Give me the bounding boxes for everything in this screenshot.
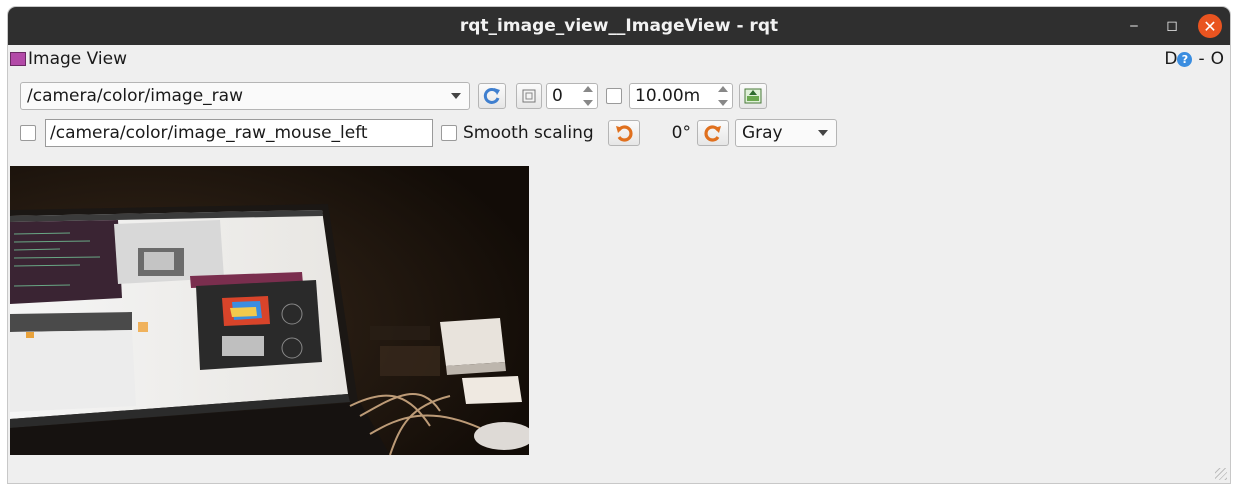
smooth-scaling-label: Smooth scaling bbox=[463, 123, 594, 143]
window-title: rqt_image_view__ImageView - rqt bbox=[459, 16, 779, 36]
close-plugin-button[interactable]: O bbox=[1211, 49, 1224, 69]
spin-up-icon[interactable] bbox=[718, 86, 728, 92]
plugin-title: Image View bbox=[28, 49, 127, 69]
rotate-left-button[interactable] bbox=[607, 120, 640, 146]
max-range-spinbox-arrows[interactable] bbox=[716, 86, 730, 106]
topic-select-value: /camera/color/image_raw bbox=[27, 86, 243, 106]
spin-down-icon[interactable] bbox=[583, 100, 593, 106]
max-range-spinbox[interactable]: 10.00m bbox=[629, 83, 733, 109]
save-image-icon bbox=[744, 88, 762, 104]
camera-frame-picture bbox=[10, 166, 529, 455]
minimize-plugin-button[interactable]: - bbox=[1198, 49, 1204, 69]
toolbar-row-1: /camera/color/image_raw 0 10.00m bbox=[20, 82, 767, 110]
rotation-label: 0° bbox=[671, 123, 691, 143]
zoom-spinbox[interactable]: 0 bbox=[546, 83, 598, 109]
chevron-down-icon bbox=[817, 130, 828, 136]
dock-button[interactable]: D bbox=[1164, 49, 1177, 69]
help-icon[interactable]: ? bbox=[1177, 51, 1193, 67]
refresh-topics-button[interactable] bbox=[478, 83, 506, 109]
mouse-topic-input[interactable]: /camera/color/image_raw_mouse_left bbox=[45, 119, 433, 147]
topic-select[interactable]: /camera/color/image_raw bbox=[20, 82, 470, 110]
maximize-button[interactable]: ◻ bbox=[1160, 14, 1184, 38]
toolbar-row-2: /camera/color/image_raw_mouse_left Smoot… bbox=[20, 119, 837, 147]
chevron-down-icon bbox=[451, 93, 461, 99]
smooth-scaling-checkbox[interactable] bbox=[441, 125, 457, 141]
colormap-select[interactable]: Gray bbox=[734, 119, 837, 147]
window-controls: ‒ ◻ ✕ bbox=[1122, 14, 1222, 38]
zoom-1-button[interactable] bbox=[516, 83, 542, 109]
zoom-spinbox-value: 0 bbox=[552, 86, 563, 106]
camera-image[interactable] bbox=[10, 166, 529, 455]
title-bar[interactable]: rqt_image_view__ImageView - rqt ‒ ◻ ✕ bbox=[8, 7, 1230, 45]
close-button[interactable]: ✕ bbox=[1198, 14, 1222, 38]
dynamic-range-checkbox[interactable] bbox=[606, 88, 622, 104]
save-image-button[interactable] bbox=[739, 83, 767, 109]
plugin-header: Image View D ? - O bbox=[8, 47, 1230, 71]
image-view-plugin-icon bbox=[10, 52, 26, 66]
rotate-left-icon bbox=[615, 125, 633, 142]
mouse-topic-value: /camera/color/image_raw_mouse_left bbox=[50, 123, 368, 143]
zoom-spinbox-arrows[interactable] bbox=[581, 86, 595, 106]
rotate-right-icon bbox=[704, 125, 721, 142]
resize-grip-icon[interactable] bbox=[1215, 468, 1227, 480]
minimize-button[interactable]: ‒ bbox=[1122, 14, 1146, 38]
colormap-select-value: Gray bbox=[741, 123, 783, 143]
spin-up-icon[interactable] bbox=[583, 86, 593, 92]
plugin-header-controls: D ? - O bbox=[1164, 49, 1224, 69]
spin-down-icon[interactable] bbox=[718, 100, 728, 106]
zoom-original-icon bbox=[522, 89, 536, 103]
app-window: rqt_image_view__ImageView - rqt ‒ ◻ ✕ Im… bbox=[8, 7, 1230, 483]
publish-mouse-checkbox[interactable] bbox=[20, 125, 36, 141]
refresh-icon bbox=[483, 87, 500, 104]
rotate-right-button[interactable] bbox=[696, 120, 729, 146]
max-range-value: 10.00m bbox=[635, 86, 701, 106]
